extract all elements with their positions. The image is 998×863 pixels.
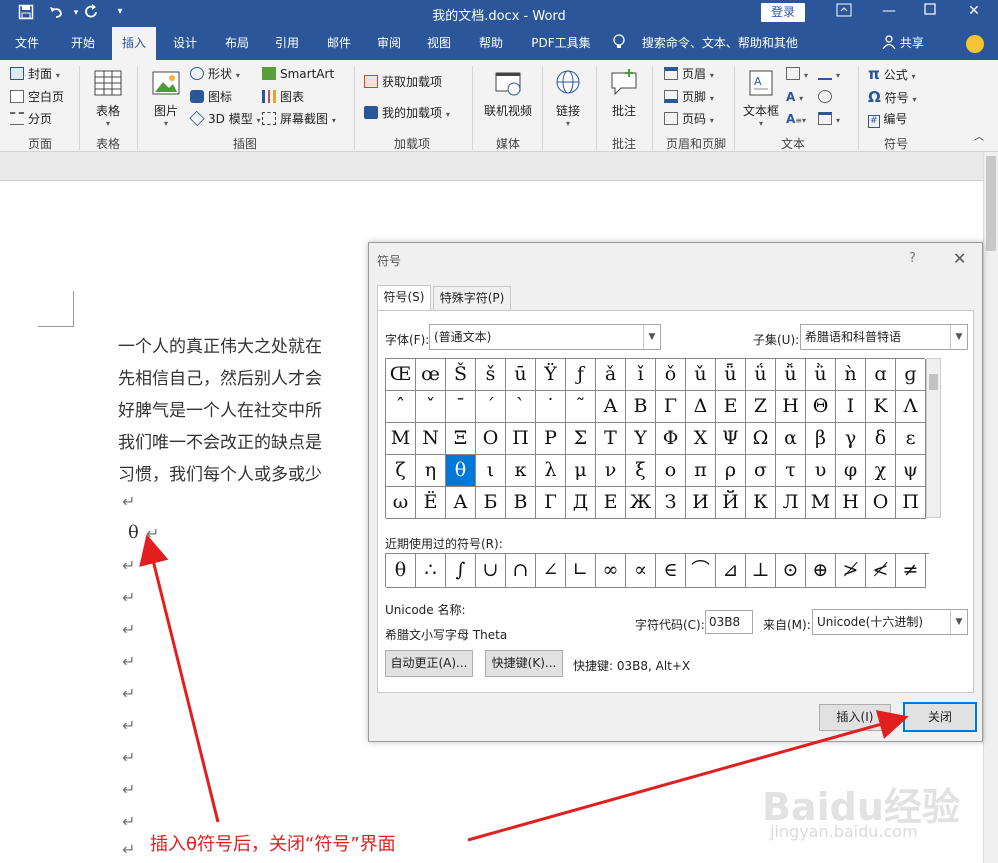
watermark-url: jingyan.baidu.com: [770, 822, 918, 841]
arrow-to-theta: [139, 534, 220, 823]
annotation-arrows: [139, 534, 909, 842]
annotation-text: 插入θ符号后，关闭“符号”界面: [150, 834, 396, 855]
